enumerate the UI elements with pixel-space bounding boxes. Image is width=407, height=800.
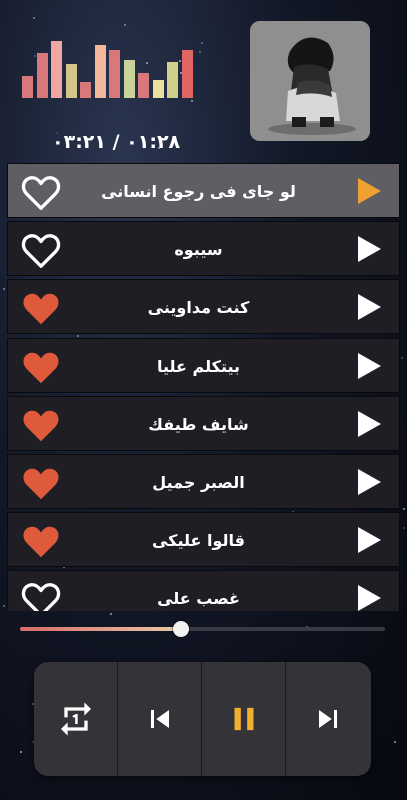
pause-button[interactable] xyxy=(202,662,286,776)
equalizer-bar xyxy=(51,41,62,98)
song-title: غصب على xyxy=(157,589,240,609)
song-list[interactable]: لو جاى فى رجوع انسانى سيبوه كنت مداوينى بيت… xyxy=(7,163,400,611)
skip-previous-icon xyxy=(150,710,169,728)
song-title: شايف طيفك xyxy=(148,414,249,434)
repeat-button[interactable] xyxy=(34,662,118,776)
play-icon[interactable] xyxy=(357,352,381,379)
seek-bar-thumb[interactable] xyxy=(172,621,189,637)
play-icon[interactable] xyxy=(357,410,381,437)
play-icon[interactable] xyxy=(357,527,381,554)
song-row[interactable]: شايف طيفك xyxy=(7,395,400,451)
time-readout: ٠١:٢٨ / ٠٣:٢١ xyxy=(52,131,181,153)
song-row[interactable]: سيبوه xyxy=(7,221,400,277)
play-icon[interactable] xyxy=(357,585,381,611)
song-row[interactable]: الصبر جميل xyxy=(7,454,400,509)
equalizer-bar xyxy=(109,50,120,98)
play-icon[interactable] xyxy=(357,469,381,495)
heart-outline-icon[interactable] xyxy=(20,581,62,611)
song-row[interactable]: بيتكلم عليا xyxy=(7,337,400,393)
heart-outline-icon[interactable] xyxy=(20,174,62,210)
seek-bar[interactable] xyxy=(20,621,385,637)
equalizer-bar xyxy=(80,82,91,98)
seek-bar-fill xyxy=(20,627,181,631)
sad-person-illustration xyxy=(250,21,370,141)
heart-filled-icon[interactable] xyxy=(20,465,62,501)
heart-filled-icon[interactable] xyxy=(20,290,62,326)
song-row[interactable]: لو جاى فى رجوع انسانى xyxy=(7,163,400,218)
equalizer-bar xyxy=(123,60,135,98)
song-title: كنت مداوينى xyxy=(147,298,250,318)
song-title: الصبر جميل xyxy=(152,473,245,492)
song-title: سيبوه xyxy=(174,240,223,260)
song-row[interactable]: قالوا عليكى xyxy=(7,512,400,568)
song-row[interactable]: كنت مداوينى xyxy=(7,279,400,335)
play-icon[interactable] xyxy=(357,294,381,321)
skip-next-icon xyxy=(319,710,337,728)
equalizer-bar xyxy=(94,45,106,98)
repeat-one-icon xyxy=(60,702,91,736)
equalizer-bar xyxy=(65,64,77,98)
album-art xyxy=(250,21,370,141)
heart-filled-icon[interactable] xyxy=(20,349,62,385)
song-title: قالوا عليكى xyxy=(151,531,246,551)
equalizer-bar xyxy=(167,62,178,98)
equalizer-visualizer xyxy=(22,36,196,98)
play-icon[interactable] xyxy=(357,236,381,263)
equalizer-bar xyxy=(36,53,48,98)
equalizer-bar xyxy=(181,50,193,98)
song-title: بيتكلم عليا xyxy=(156,356,241,376)
song-row[interactable]: غصب على xyxy=(7,570,400,611)
heart-filled-icon[interactable] xyxy=(20,523,62,559)
play-icon[interactable] xyxy=(357,178,381,204)
heart-filled-icon[interactable] xyxy=(20,407,62,443)
equalizer-bar xyxy=(22,76,33,98)
next-button[interactable] xyxy=(286,662,370,776)
previous-button[interactable] xyxy=(118,662,202,776)
pause-icon xyxy=(234,707,253,731)
playback-controls xyxy=(34,662,371,776)
heart-outline-icon[interactable] xyxy=(20,232,62,269)
equalizer-bar xyxy=(138,73,149,98)
equalizer-bar xyxy=(152,80,164,98)
song-title: لو جاى فى رجوع انسانى xyxy=(101,182,296,201)
